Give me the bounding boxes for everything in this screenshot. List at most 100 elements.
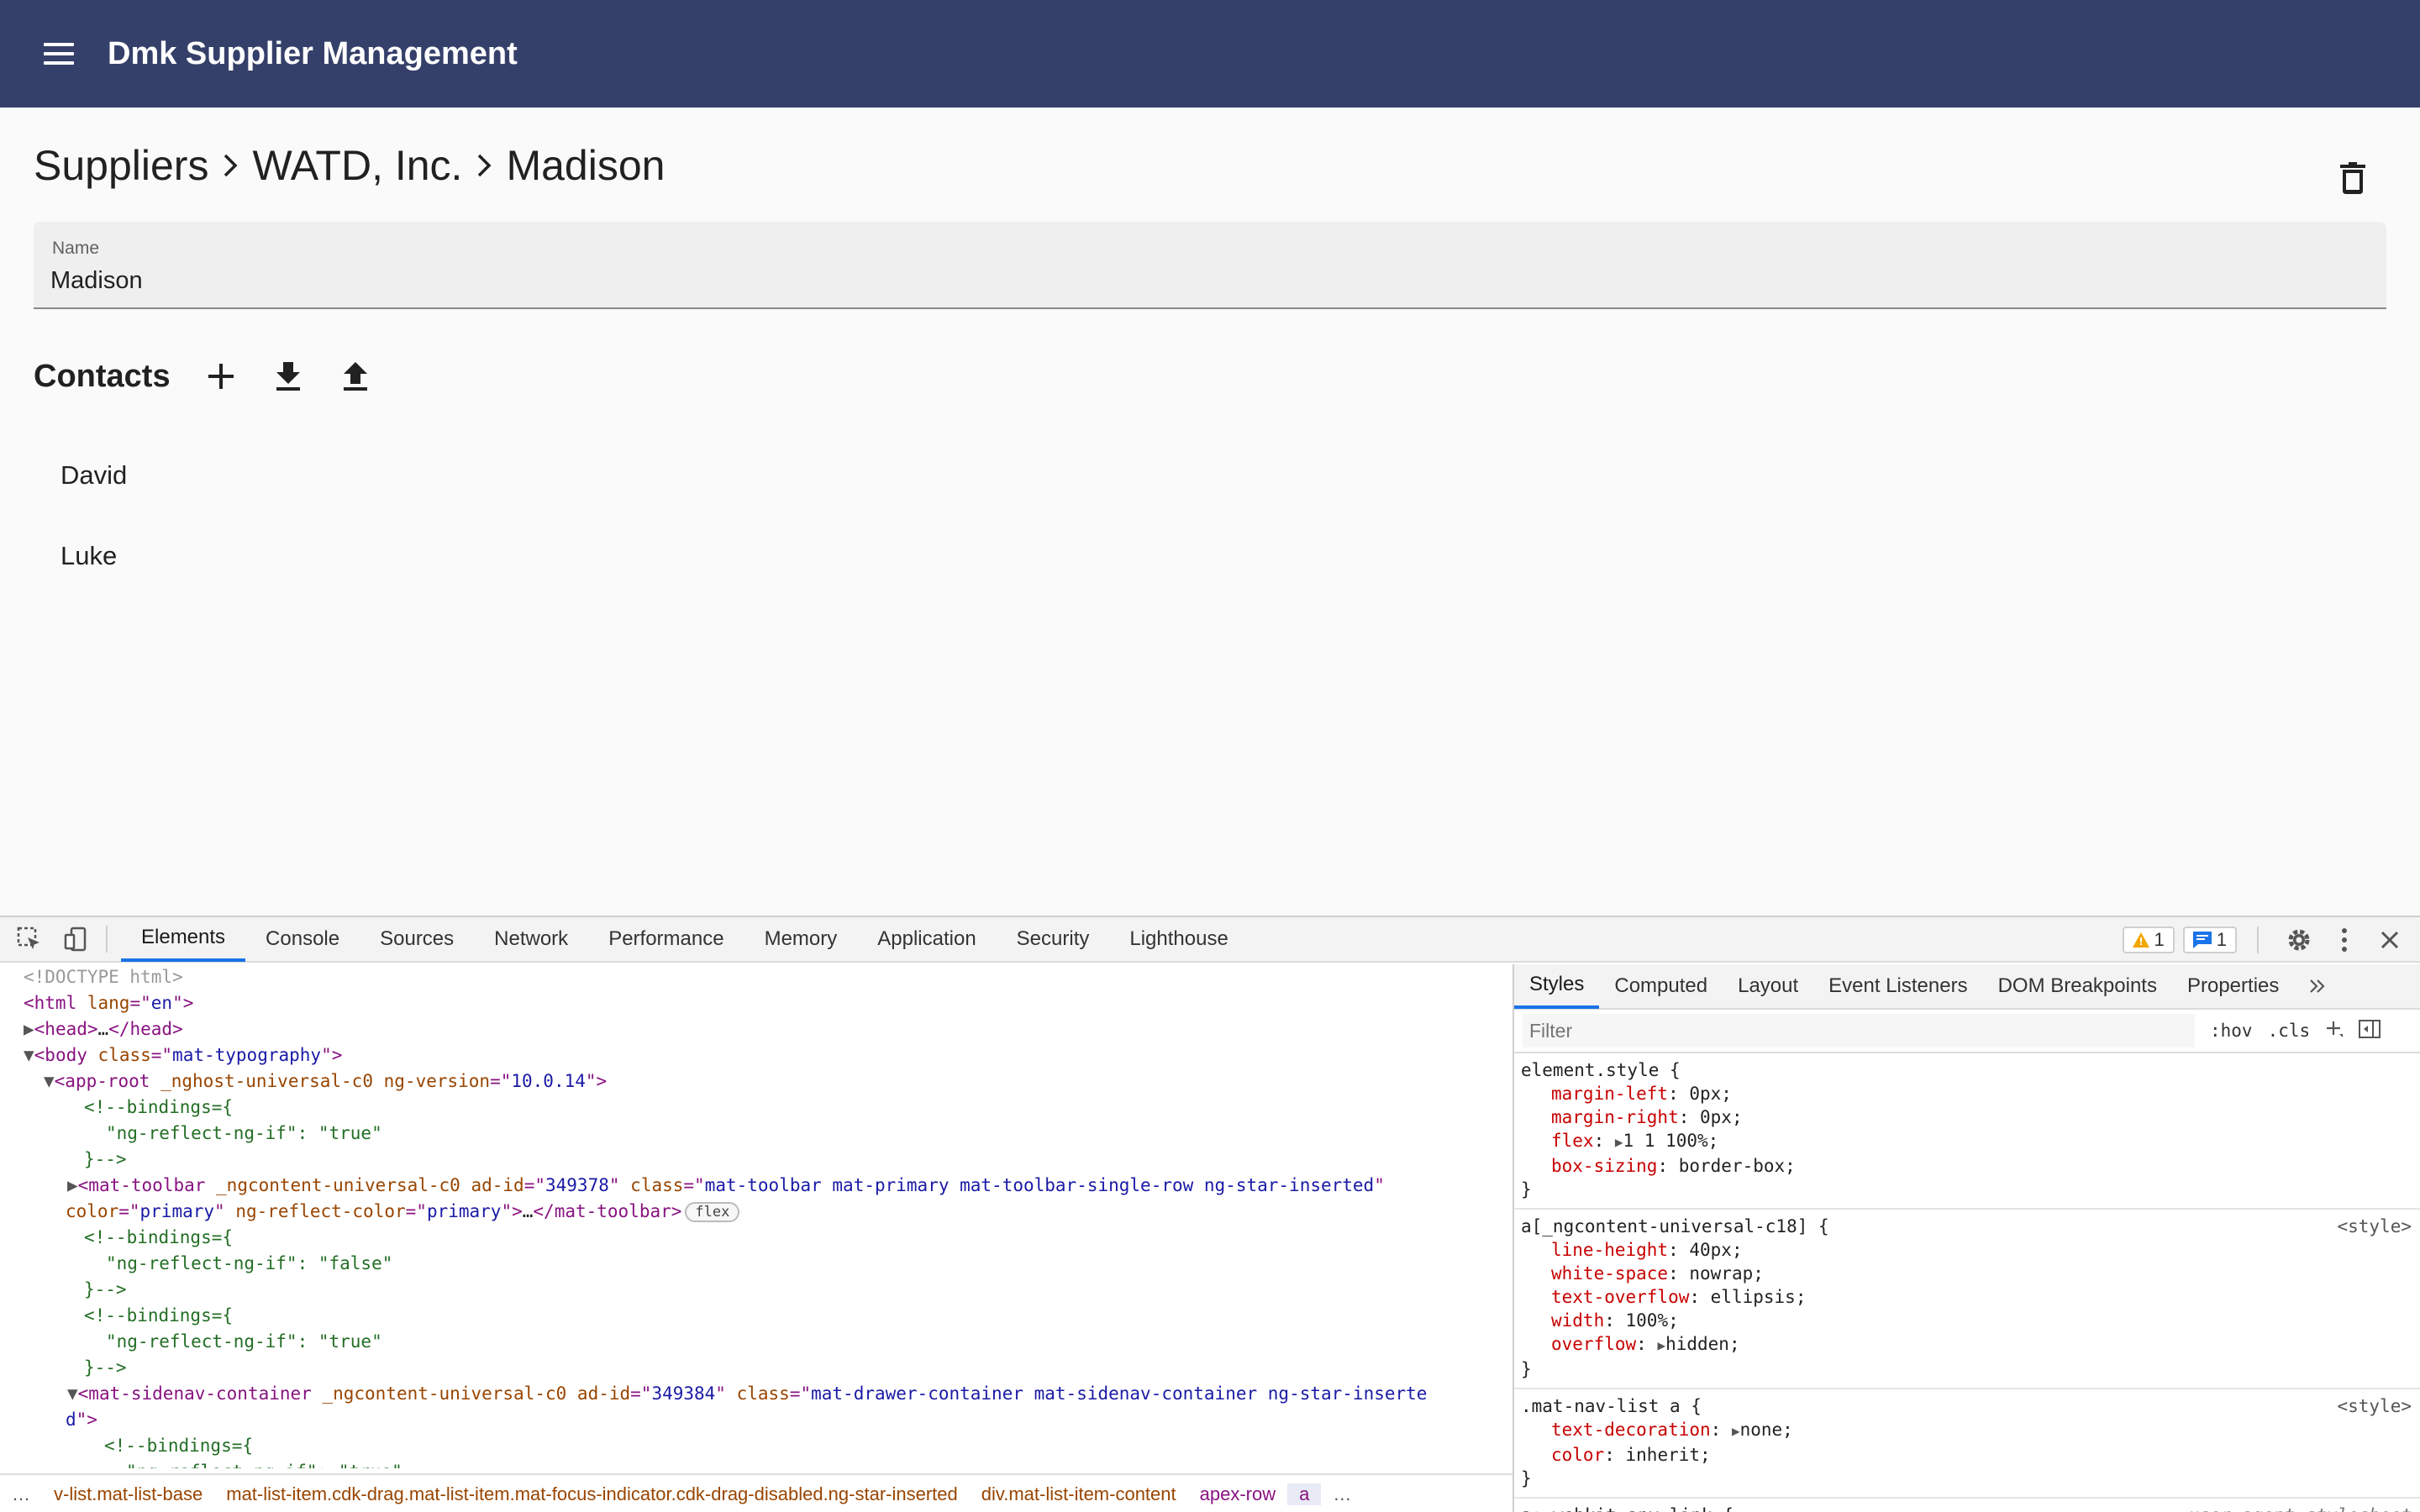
style-declaration[interactable]: margin-right: 0px;	[1521, 1105, 2413, 1129]
dom-line[interactable]: <!--bindings={	[0, 1433, 1512, 1459]
property-value[interactable]: 40px;	[1689, 1240, 1742, 1260]
dom-line[interactable]: <!DOCTYPE html>	[0, 964, 1512, 990]
dom-crumb[interactable]: div.mat-list-item-content	[970, 1483, 1188, 1505]
style-declaration[interactable]: width: 100%;	[1521, 1309, 2413, 1332]
gear-icon[interactable]	[2281, 921, 2317, 958]
property-name[interactable]: white-space	[1551, 1263, 1668, 1284]
style-rule[interactable]: element.style {margin-left: 0px; margin-r…	[1514, 1053, 2420, 1210]
style-declaration[interactable]: text-overflow: ellipsis;	[1521, 1285, 2413, 1309]
dom-crumb[interactable]: v-list.mat-list-base	[42, 1483, 214, 1505]
dom-line[interactable]: <!--bindings={	[0, 1225, 1512, 1251]
tab-event-listeners[interactable]: Event Listeners	[1813, 964, 1982, 1009]
property-value[interactable]: hidden;	[1665, 1334, 1740, 1354]
tab-styles[interactable]: Styles	[1514, 964, 1600, 1009]
property-name[interactable]: box-sizing	[1551, 1156, 1657, 1176]
rule-source[interactable]: <style>	[2337, 1394, 2412, 1418]
style-rule[interactable]: a:-webkit-any-link {user agent styleshee…	[1514, 1499, 2420, 1512]
dom-line[interactable]: "ng-reflect-ng-if": "true"	[0, 1329, 1512, 1355]
tab-application[interactable]: Application	[857, 916, 996, 962]
name-field[interactable]: Name	[34, 222, 2386, 309]
tab-lighthouse[interactable]: Lighthouse	[1109, 916, 1248, 962]
dom-crumb[interactable]: …	[1321, 1483, 1363, 1505]
property-value[interactable]: 1 1 100%;	[1623, 1131, 1719, 1151]
property-value[interactable]: none;	[1740, 1420, 1793, 1440]
property-value[interactable]: 100%;	[1626, 1310, 1679, 1331]
expand-triangle-icon[interactable]: ▶	[1657, 1337, 1665, 1353]
list-item[interactable]: Luke	[34, 516, 2386, 596]
style-declaration[interactable]: white-space: nowrap;	[1521, 1262, 2413, 1285]
property-name[interactable]: overflow	[1551, 1334, 1636, 1354]
style-declaration[interactable]: line-height: 40px;	[1521, 1238, 2413, 1262]
dom-line[interactable]: }-->	[0, 1355, 1512, 1381]
tab-dom-breakpoints[interactable]: DOM Breakpoints	[1983, 964, 2172, 1009]
breadcrumb-supplier[interactable]: WATD, Inc.	[252, 141, 462, 190]
inspect-element-icon[interactable]	[12, 921, 47, 957]
dom-line[interactable]: "ng-reflect-ng-if": "true"	[0, 1121, 1512, 1147]
rule-source[interactable]: <style>	[2337, 1215, 2412, 1238]
styles-filter-input[interactable]	[1523, 1014, 2195, 1047]
toggle-sidebar-icon[interactable]	[2359, 1019, 2381, 1042]
name-input[interactable]	[50, 264, 2353, 297]
dom-line[interactable]: }-->	[0, 1147, 1512, 1173]
dom-line[interactable]: ▼<app-root _nghost-universal-c0 ng-versi…	[0, 1068, 1512, 1095]
tab-elements[interactable]: Elements	[121, 916, 246, 962]
property-name[interactable]: width	[1551, 1310, 1604, 1331]
tab-sources[interactable]: Sources	[360, 916, 474, 962]
add-contact-button[interactable]	[196, 351, 246, 402]
dom-crumb-selected[interactable]: a	[1287, 1483, 1322, 1505]
style-declaration[interactable]: overflow: ▶hidden;	[1521, 1332, 2413, 1357]
dom-line[interactable]: "ng-reflect-ng-if": "true"	[0, 1459, 1512, 1468]
tab-computed[interactable]: Computed	[1599, 964, 1723, 1009]
style-declaration[interactable]: color: inherit;	[1521, 1443, 2413, 1467]
close-icon[interactable]	[2371, 921, 2408, 958]
more-vert-icon[interactable]	[2326, 921, 2363, 958]
style-rule[interactable]: a[_ngcontent-universal-c18] {<style> line…	[1514, 1210, 2420, 1389]
property-name[interactable]: flex	[1551, 1131, 1594, 1151]
delete-button[interactable]	[2331, 155, 2375, 202]
dom-line[interactable]: ▶<head>…</head>	[0, 1016, 1512, 1042]
expand-triangle-icon[interactable]: ▶	[1732, 1423, 1740, 1439]
dom-line[interactable]: <!--bindings={	[0, 1303, 1512, 1329]
style-declaration[interactable]: box-sizing: border-box;	[1521, 1154, 2413, 1178]
property-name[interactable]: color	[1551, 1445, 1604, 1465]
property-name[interactable]: line-height	[1551, 1240, 1668, 1260]
new-rule-icon[interactable]	[2325, 1020, 2344, 1042]
style-declaration[interactable]: margin-left: 0px;	[1521, 1082, 2413, 1105]
tab-properties[interactable]: Properties	[2172, 964, 2294, 1009]
dom-line[interactable]: ▶<mat-toolbar _ngcontent-universal-c0 ad…	[0, 1173, 1512, 1199]
property-value[interactable]: border-box;	[1679, 1156, 1796, 1176]
tab-layout[interactable]: Layout	[1723, 964, 1813, 1009]
dom-line[interactable]: ▼<body class="mat-typography">	[0, 1042, 1512, 1068]
property-name[interactable]: text-decoration	[1551, 1420, 1711, 1440]
property-value[interactable]: inherit;	[1626, 1445, 1711, 1465]
dom-line[interactable]: "ng-reflect-ng-if": "false"	[0, 1251, 1512, 1277]
messages-badge[interactable]: 1	[2182, 927, 2237, 953]
flex-badge[interactable]: flex	[685, 1202, 740, 1222]
property-value[interactable]: 0px;	[1700, 1107, 1743, 1127]
property-name[interactable]: text-overflow	[1551, 1287, 1689, 1307]
rule-selector[interactable]: .mat-nav-list a {	[1521, 1394, 2413, 1418]
tab-performance[interactable]: Performance	[588, 916, 744, 962]
expand-triangle-icon[interactable]: ▶	[1615, 1134, 1623, 1150]
property-value[interactable]: 0px;	[1689, 1084, 1732, 1104]
rule-selector[interactable]: element.style {	[1521, 1058, 2413, 1082]
property-name[interactable]: margin-right	[1551, 1107, 1679, 1127]
property-value[interactable]: nowrap;	[1689, 1263, 1764, 1284]
more-tabs-icon[interactable]	[2294, 964, 2341, 1009]
style-declaration[interactable]: flex: ▶1 1 100%;	[1521, 1129, 2413, 1154]
menu-icon[interactable]	[34, 29, 84, 79]
device-toolbar-icon[interactable]	[59, 921, 94, 957]
property-name[interactable]: margin-left	[1551, 1084, 1668, 1104]
dom-crumb[interactable]: …	[0, 1483, 42, 1505]
rule-source[interactable]: user agent stylesheet	[2188, 1504, 2412, 1512]
tab-security[interactable]: Security	[997, 916, 1110, 962]
cls-toggle[interactable]: .cls	[2268, 1021, 2311, 1041]
dom-line[interactable]: <html lang="en">	[0, 990, 1512, 1016]
dom-line[interactable]: ▼<mat-sidenav-container _ngcontent-unive…	[0, 1381, 1512, 1407]
tab-network[interactable]: Network	[474, 916, 588, 962]
dom-crumb[interactable]: apex-row	[1188, 1483, 1287, 1505]
dom-line[interactable]: }-->	[0, 1277, 1512, 1303]
dom-line[interactable]: color="primary" ng-reflect-color="primar…	[0, 1199, 1512, 1225]
warnings-badge[interactable]: 1	[2122, 927, 2175, 953]
tab-memory[interactable]: Memory	[744, 916, 858, 962]
